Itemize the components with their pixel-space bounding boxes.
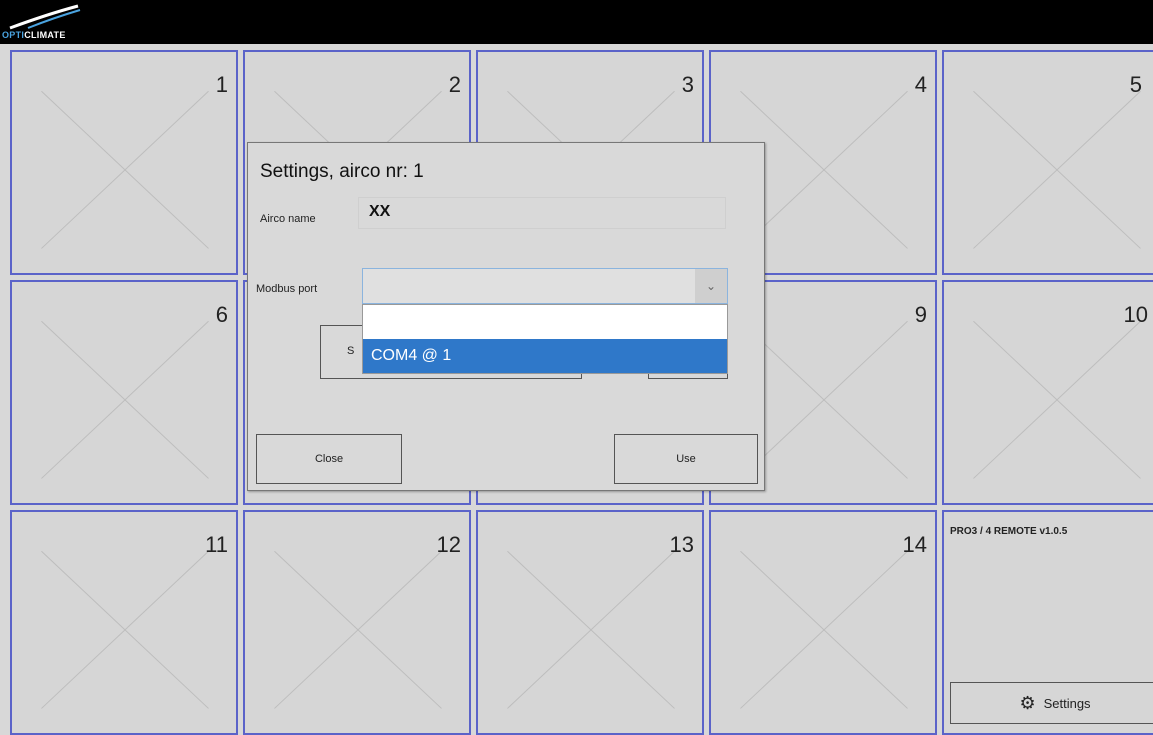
tile-number: 6 [215, 302, 228, 327]
tile-number: 13 [669, 532, 694, 557]
settings-button-label: Settings [1043, 695, 1091, 711]
empty-cross-icon [41, 90, 209, 249]
logo-prefix: OPTI [2, 30, 25, 40]
airco-tile-5[interactable]: 5 [942, 50, 1153, 275]
airco-tile-14[interactable]: 14 [709, 510, 937, 735]
airco-tile-11[interactable]: 11 [10, 510, 238, 735]
empty-cross-icon [973, 90, 1141, 249]
tile-number: 5 [1129, 72, 1142, 97]
tile-number: 1 [215, 72, 228, 97]
tile-number: 2 [448, 72, 461, 97]
tile-number: 10 [1123, 302, 1148, 327]
airco-tile-12[interactable]: 12 [243, 510, 471, 735]
airco-tile-6[interactable]: 6 [10, 280, 238, 505]
tile-number: 9 [914, 302, 927, 327]
top-bar: OPTICLIMATE [0, 0, 1153, 44]
logo-suffix: CLIMATE [24, 30, 66, 40]
empty-cross-icon [41, 550, 209, 709]
tile-number: 4 [914, 72, 927, 97]
modbus-port-select[interactable]: ⌄ [362, 268, 728, 304]
airco-tile-10[interactable]: 10 [942, 280, 1153, 505]
dropdown-option-selected[interactable]: COM4 @ 1 [363, 339, 727, 373]
settings-dialog: Settings, airco nr: 1 Airco name XX Modb… [247, 142, 765, 491]
airco-name-field[interactable]: XX [358, 197, 726, 229]
tile-number: 14 [902, 532, 927, 557]
airco-tile-13[interactable]: 13 [476, 510, 704, 735]
tile-number: 12 [436, 532, 461, 557]
empty-cross-icon [41, 320, 209, 479]
opticlimate-logo: OPTICLIMATE [2, 4, 102, 42]
close-button[interactable]: Close [256, 434, 402, 484]
gear-icon: ⚙ [1019, 692, 1036, 713]
modbus-port-label: Modbus port [256, 283, 318, 295]
tile-number: 3 [681, 72, 694, 97]
empty-cross-icon [740, 550, 908, 709]
empty-cross-icon [973, 320, 1141, 479]
dropdown-option-empty[interactable] [363, 305, 727, 339]
dialog-title: Settings, airco nr: 1 [260, 161, 424, 182]
tile-number: 11 [205, 532, 228, 557]
version-label: PRO3 / 4 REMOTE v1.0.5 [950, 526, 1068, 537]
modbus-port-dropdown-list: COM4 @ 1 [362, 304, 728, 374]
use-button[interactable]: Use [614, 434, 758, 484]
empty-cross-icon [274, 550, 442, 709]
settings-button[interactable]: ⚙ Settings [950, 682, 1153, 724]
hidden-button-label: S [347, 345, 355, 357]
chevron-down-icon[interactable]: ⌄ [695, 269, 727, 303]
airco-name-label: Airco name [260, 213, 316, 225]
info-tile: PRO3 / 4 REMOTE v1.0.5 ⚙ Settings [942, 510, 1153, 735]
airco-tile-1[interactable]: 1 [10, 50, 238, 275]
empty-cross-icon [507, 550, 675, 709]
